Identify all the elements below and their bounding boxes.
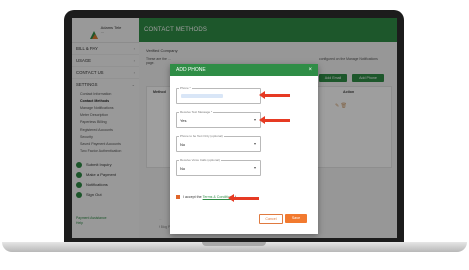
terms-checkbox[interactable]: [176, 195, 180, 199]
cancel-button[interactable]: Cancel: [259, 214, 283, 224]
close-icon[interactable]: ×: [308, 64, 312, 76]
text-only-label: Phone to be Text Only (optional): [179, 134, 224, 138]
text-only-value: No: [180, 142, 186, 147]
annotation-arrow-receive-text: [259, 116, 290, 124]
add-phone-modal: ADD PHONE × Phone * Receive Text Message…: [170, 64, 318, 234]
text-only-select[interactable]: Phone to be Text Only (optional) No ▾: [176, 134, 261, 152]
accept-text: I accept the: [183, 195, 202, 199]
phone-value-redacted: [181, 94, 223, 98]
app-screen: Adams Tele ... BILL & PAY › USAGE › CONT…: [72, 18, 397, 238]
chevron-down-icon: ▾: [253, 165, 256, 170]
annotation-arrow-phone: [259, 91, 290, 99]
chevron-down-icon: ▾: [253, 141, 256, 146]
annotation-arrow-terms: [228, 194, 259, 202]
voice-calls-label: Receive Voice Calls (optional): [179, 158, 221, 162]
phone-field[interactable]: Phone *: [176, 86, 261, 104]
laptop-notch: [202, 242, 266, 246]
chevron-down-icon: ▾: [253, 117, 256, 122]
receive-text-label: Receive Text Message *: [179, 110, 214, 114]
voice-calls-select[interactable]: Receive Voice Calls (optional) No ▾: [176, 158, 261, 176]
modal-title: ADD PHONE: [176, 67, 206, 73]
voice-calls-value: No: [180, 166, 186, 171]
laptop-frame: Adams Tele ... BILL & PAY › USAGE › CONT…: [0, 0, 469, 270]
save-button[interactable]: Save: [285, 214, 307, 223]
receive-text-select[interactable]: Receive Text Message * Yes ▾: [176, 110, 261, 128]
phone-field-label: Phone *: [179, 86, 192, 90]
modal-header: ADD PHONE ×: [170, 64, 318, 76]
receive-text-value: Yes: [180, 118, 187, 123]
